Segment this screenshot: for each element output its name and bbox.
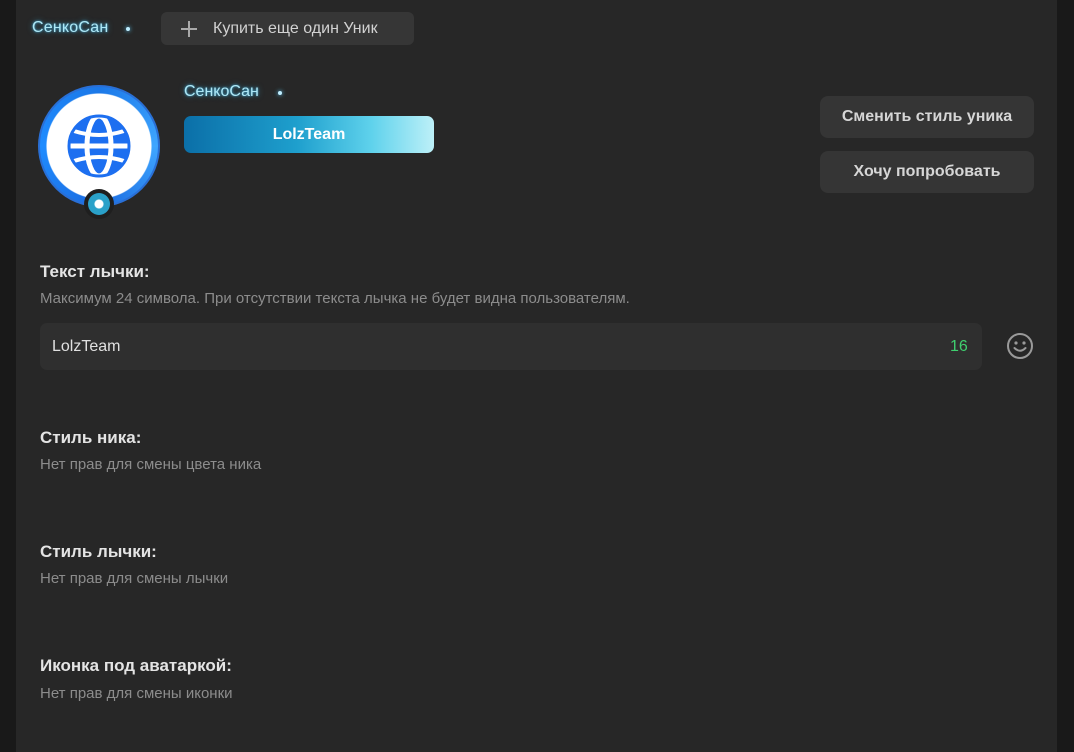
globe-icon bbox=[67, 113, 131, 179]
banner-style-title: Стиль лычки: bbox=[40, 542, 157, 561]
banner-text-title: Текст лычки: bbox=[40, 262, 150, 281]
avatar-badge-icon bbox=[84, 189, 114, 219]
preview-banner: LolzTeam bbox=[184, 116, 434, 153]
change-unique-style-button[interactable]: Сменить стиль уника bbox=[820, 96, 1034, 138]
nick-style-description: Нет прав для смены цвета ника bbox=[40, 456, 262, 473]
avatar-icon-title: Иконка под аватаркой: bbox=[40, 656, 232, 675]
char-counter: 16 bbox=[950, 338, 968, 355]
plus-icon bbox=[181, 20, 197, 37]
banner-text-description: Максимум 24 символа. При отсутствии текс… bbox=[40, 290, 630, 307]
nick-sparkle-icon bbox=[126, 27, 130, 31]
buy-button-label: Купить еще один Уник bbox=[213, 19, 378, 37]
buy-another-unique-button[interactable]: Купить еще один Уник bbox=[161, 12, 414, 45]
avatar-icon-description: Нет прав для смены иконки bbox=[40, 685, 233, 702]
try-button[interactable]: Хочу попробовать bbox=[820, 151, 1034, 193]
preview-nick-sparkle-icon bbox=[278, 91, 282, 95]
emoji-icon[interactable] bbox=[1006, 332, 1034, 360]
banner-text-input[interactable] bbox=[40, 323, 982, 370]
preview-nick: СенкоСан bbox=[184, 83, 259, 100]
nick-style-title: Стиль ника: bbox=[40, 428, 142, 447]
top-nick-label: СенкоСан bbox=[32, 19, 109, 36]
banner-style-description: Нет прав для смены лычки bbox=[40, 570, 229, 587]
